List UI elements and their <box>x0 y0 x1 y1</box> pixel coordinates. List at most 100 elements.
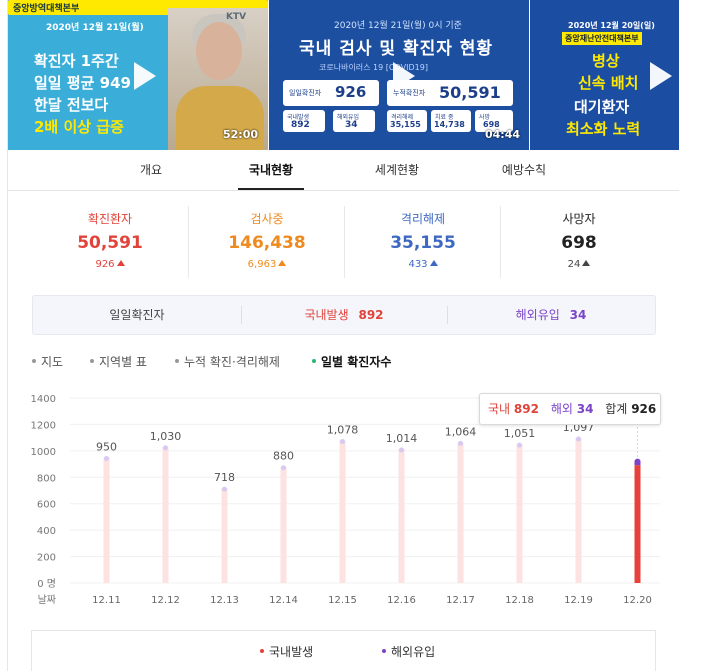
bar-value-label: 1,078 <box>327 424 359 437</box>
bar <box>103 457 110 583</box>
bar-top-marker <box>576 436 581 442</box>
video-duration: 52:00 <box>223 128 259 141</box>
stat-testing: 검사중 146,438 6,963 <box>188 206 345 278</box>
bar-top-marker <box>281 465 286 471</box>
up-arrow-icon <box>582 260 591 266</box>
video-date: 2020년 12월 21일(월) 0시 기준 <box>334 21 462 31</box>
stat-value: 698 <box>561 233 597 253</box>
tab-bar: 개요 국내현황 세계현황 예방수칙 <box>8 150 679 191</box>
stat-delta: 6,963 <box>247 259 277 270</box>
bar <box>516 444 523 583</box>
up-arrow-icon <box>429 260 438 266</box>
legend-domestic[interactable]: 국내발생 <box>260 643 313 660</box>
x-tick-label: 12.16 <box>387 595 416 606</box>
x-tick-label: 12.12 <box>151 595 180 606</box>
red-dot-icon <box>260 649 264 653</box>
bar-top-marker <box>222 486 227 492</box>
video-headline: 일일 평균 949 <box>34 74 131 92</box>
daily-label: 일일확진자 <box>109 308 165 322</box>
y-tick-label: 0 명 <box>37 578 56 590</box>
stat-delta: 926 <box>95 259 115 270</box>
filter-region-table[interactable]: 지역별 표 <box>90 353 147 370</box>
stat-value: 35,155 <box>390 233 456 253</box>
stat-deaths: 사망자 698 24 <box>500 206 657 278</box>
play-icon[interactable] <box>650 62 672 90</box>
play-icon[interactable] <box>393 62 415 90</box>
x-tick-label: 12.17 <box>446 595 475 606</box>
bar <box>575 438 582 583</box>
up-arrow-icon <box>278 260 287 266</box>
tooltip-overseas-value: 34 <box>576 402 594 416</box>
bar-value-label: 1,014 <box>386 432 418 445</box>
domestic-card: 국내발생 892 <box>283 110 325 132</box>
stat-label: 사망자 <box>562 212 596 226</box>
legend-overseas[interactable]: 해외유입 <box>382 643 435 660</box>
bar <box>339 440 346 583</box>
video-headline: 2배 이상 급증 <box>34 118 124 136</box>
bar-top-marker <box>458 440 463 446</box>
bar <box>398 449 405 583</box>
stat-released: 격리해제 35,155 433 <box>344 206 501 278</box>
stat-confirmed: 확진환자 50,591 926 <box>32 206 188 278</box>
video-org-badge: 중앙재난안전대책본부 <box>562 32 642 45</box>
tab-prevention[interactable]: 예방수칙 <box>490 150 558 190</box>
stat-delta: 433 <box>408 259 428 270</box>
daily-overseas[interactable]: 해외유입 34 <box>447 296 655 334</box>
tab-domestic[interactable]: 국내현황 <box>238 150 304 190</box>
y-tick-label: 600 <box>37 500 56 511</box>
video-headline: 한달 전보다 <box>34 96 109 114</box>
bar-top-marker <box>634 458 641 465</box>
stat-value: 146,438 <box>228 233 306 253</box>
y-tick-label: 800 <box>37 473 56 484</box>
filter-cumulative[interactable]: 누적 확진·격리해제 <box>175 353 280 370</box>
bar-value-label: 718 <box>214 471 235 484</box>
bar <box>162 446 169 583</box>
overseas-card: 해외유입 34 <box>333 110 375 132</box>
daily-domestic-value: 892 <box>358 308 384 322</box>
daily-domestic[interactable]: 국내발생 892 <box>241 296 447 334</box>
stat-label: 검사중 <box>250 212 284 226</box>
video-thumbnail-2[interactable]: 2020년 12월 21일(월) 0시 기준 국내 검사 및 확진자 현황 코로… <box>269 0 529 150</box>
treating-card: 치료 중 14,738 <box>431 110 471 132</box>
stat-label: 격리해제 <box>400 212 446 226</box>
stat-label: 확진환자 <box>87 212 133 226</box>
tab-world[interactable]: 세계현황 <box>362 150 432 190</box>
stats-summary: 확진환자 50,591 926 검사중 146,438 6,963 격리해제 3… <box>32 206 656 278</box>
purple-dot-icon <box>382 649 386 653</box>
bar-top-marker <box>163 445 168 451</box>
filter-daily[interactable]: 일별 확진자수 <box>312 353 391 370</box>
bar-top-marker <box>104 455 109 461</box>
video-headline: 병상 <box>592 52 620 70</box>
bar-top-marker <box>340 439 345 445</box>
tab-overview[interactable]: 개요 <box>124 150 178 190</box>
video-date: 2020년 12월 20일(일) <box>568 21 655 30</box>
y-tick-label: 200 <box>37 553 56 564</box>
video-headline: 신속 배치 <box>578 74 639 92</box>
video-headline: 최소화 노력 <box>566 120 641 138</box>
bar <box>221 488 228 583</box>
bar-value-label: 950 <box>96 440 117 453</box>
bar-domestic <box>634 465 641 583</box>
scrollbar-area[interactable] <box>679 0 705 671</box>
x-tick-label: 12.20 <box>623 595 652 606</box>
video-thumbnail-1[interactable]: 2020년 12월 21일(월) 중앙방역대책본부 확진자 1주간 일일 평균 … <box>8 0 268 150</box>
bar <box>457 442 464 583</box>
x-tick-label: 12.19 <box>564 595 593 606</box>
ktv-logo: KTV <box>226 12 247 22</box>
chart-legend: 국내발생 해외유입 <box>31 630 656 671</box>
tooltip-total-value: 926 <box>631 402 657 416</box>
filter-map[interactable]: 지도 <box>32 353 63 370</box>
released-card: 격리해제 35,155 <box>387 110 427 132</box>
bar-top-marker <box>399 447 404 453</box>
video-thumbnail-3[interactable]: 2020년 12월 20일(일) 중앙재난안전대책본부 병상 신속 배치 대기환… <box>530 0 679 150</box>
chart-tooltip: 국내 892 해외 34 합계 926 <box>479 393 661 425</box>
bar-top-marker <box>517 442 522 448</box>
video-carousel: 2020년 12월 21일(월) 중앙방역대책본부 확진자 1주간 일일 평균 … <box>8 0 679 150</box>
video-title: 국내 검사 및 확진자 현황 <box>299 39 494 59</box>
stat-value: 50,591 <box>77 233 143 253</box>
bar <box>280 466 287 583</box>
daily-confirmed-bar: 일일확진자 국내발생 892 해외유입 34 <box>32 295 656 335</box>
play-icon[interactable] <box>134 62 156 90</box>
x-tick-label: 12.14 <box>269 595 298 606</box>
video-duration: 04:44 <box>485 128 521 141</box>
